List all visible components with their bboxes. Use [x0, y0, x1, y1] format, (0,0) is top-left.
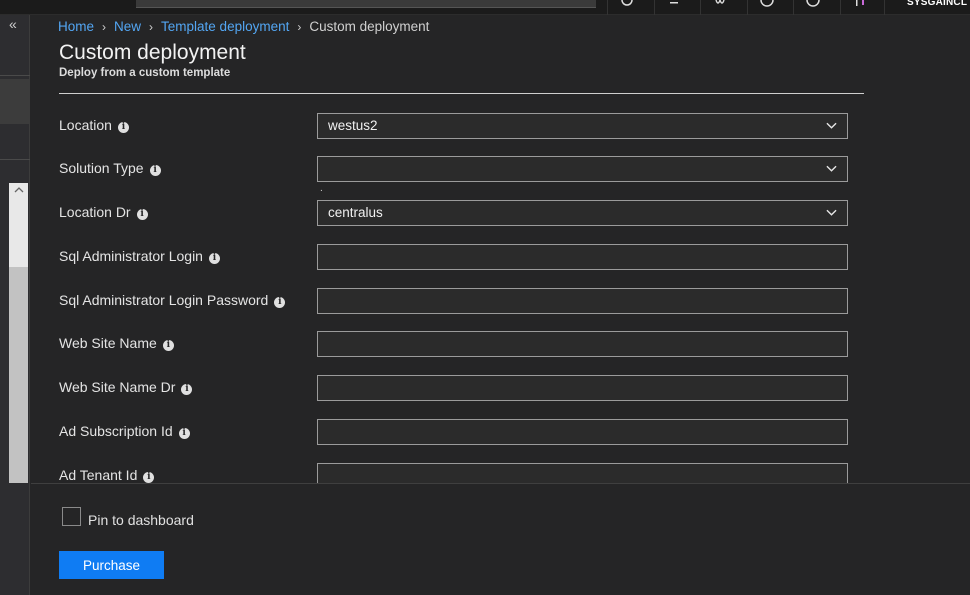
info-icon[interactable]: i	[136, 209, 148, 220]
sql-admin-password-label: Sql Administrator Login Password	[59, 292, 269, 308]
info-icon[interactable]: i	[178, 428, 190, 439]
location-dr-select[interactable]: centralus	[317, 200, 848, 226]
ad-tenant-id-label: Ad Tenant Id	[59, 467, 138, 483]
account-menu[interactable]: SYSGAINCL	[884, 0, 970, 15]
info-icon[interactable]: i	[208, 253, 220, 264]
info-icon[interactable]: i	[162, 340, 174, 351]
form-row-ad-tenant-id: Ad Tenant Id i	[31, 463, 970, 483]
page-subtitle: Deploy from a custom template	[59, 67, 231, 79]
chevron-down-icon	[826, 122, 837, 129]
scroll-up-icon[interactable]	[9, 183, 28, 201]
info-icon[interactable]: i	[117, 122, 129, 133]
field-label: Location i	[59, 117, 129, 133]
sql-admin-login-label: Sql Administrator Login	[59, 248, 203, 264]
field-label: Location Dr i	[59, 204, 148, 220]
footer-divider	[31, 483, 970, 484]
info-icon[interactable]: i	[143, 472, 155, 483]
validation-note: .	[320, 183, 323, 194]
field-label: Sql Administrator Login Password i	[59, 292, 286, 308]
form-row-solution-type: Solution Type i .	[31, 156, 970, 194]
person-icon[interactable]	[840, 0, 878, 15]
scrollbar[interactable]	[9, 183, 28, 483]
solution-type-select[interactable]	[317, 156, 848, 182]
form-row-location: Location i westus2	[31, 113, 970, 139]
pin-to-dashboard-checkbox[interactable]	[62, 507, 81, 526]
field-label: Ad Subscription Id i	[59, 423, 190, 439]
left-nav: «	[0, 15, 30, 595]
chevron-down-icon	[826, 165, 837, 172]
search-input[interactable]	[136, 0, 596, 8]
web-site-name-label: Web Site Name	[59, 335, 157, 351]
breadcrumb-home[interactable]: Home	[58, 19, 94, 34]
feedback-icon[interactable]	[607, 0, 645, 15]
breadcrumb-current: Custom deployment	[309, 19, 430, 34]
field-label: Web Site Name Dr i	[59, 379, 193, 395]
form-row-location-dr: Location Dr i centralus	[31, 200, 970, 226]
location-dr-value: centralus	[328, 205, 383, 220]
location-select[interactable]: westus2	[317, 113, 848, 139]
form-row-sql-admin-login: Sql Administrator Login i	[31, 244, 970, 270]
top-bar: SYSGAINCL	[0, 0, 970, 15]
deployment-form: Location i westus2 Solution Type i . Locat…	[31, 95, 970, 483]
form-row-web-site-name: Web Site Name i	[31, 331, 970, 357]
chevron-right-icon: ›	[149, 20, 154, 34]
page-title: Custom deployment	[59, 41, 246, 64]
smiley-icon[interactable]	[747, 0, 785, 15]
location-label: Location	[59, 117, 112, 133]
form-row-web-site-name-dr: Web Site Name Dr i	[31, 375, 970, 401]
breadcrumb: Home › New › Template deployment › Custom depl…	[58, 19, 429, 34]
notifications-icon[interactable]	[654, 0, 692, 15]
form-row-sql-admin-password: Sql Administrator Login Password i	[31, 288, 970, 314]
breadcrumb-new[interactable]: New	[114, 19, 141, 34]
field-label: Sql Administrator Login i	[59, 248, 220, 264]
location-value: westus2	[328, 118, 378, 133]
account-name: SYSGAINCL	[907, 0, 968, 8]
field-label: Web Site Name i	[59, 335, 174, 351]
web-site-name-input[interactable]	[317, 331, 848, 357]
breadcrumb-template-deployment[interactable]: Template deployment	[161, 19, 289, 34]
web-site-name-dr-label: Web Site Name Dr	[59, 379, 176, 395]
info-icon[interactable]: i	[181, 384, 193, 395]
nav-item-selected[interactable]	[0, 79, 30, 124]
chevron-down-icon	[826, 209, 837, 216]
ad-subscription-id-input[interactable]	[317, 419, 848, 445]
ad-tenant-id-input[interactable]	[317, 463, 848, 483]
scrollbar-thumb[interactable]	[9, 267, 28, 483]
collapse-icon[interactable]: «	[9, 16, 17, 32]
form-row-ad-subscription-id: Ad Subscription Id i	[31, 419, 970, 445]
title-divider	[59, 93, 864, 94]
field-label: Solution Type i	[59, 160, 161, 176]
help-icon[interactable]	[793, 0, 831, 15]
nav-divider	[0, 159, 30, 160]
nav-divider	[0, 75, 30, 76]
sql-admin-login-input[interactable]	[317, 244, 848, 270]
sql-admin-password-input[interactable]	[317, 288, 848, 314]
settings-icon[interactable]	[700, 0, 738, 15]
pin-to-dashboard-label[interactable]: Pin to dashboard	[88, 512, 194, 528]
info-icon[interactable]: i	[274, 297, 286, 308]
ad-subscription-id-label: Ad Subscription Id	[59, 423, 173, 439]
web-site-name-dr-input[interactable]	[317, 375, 848, 401]
location-dr-label: Location Dr	[59, 204, 131, 220]
solution-type-label: Solution Type	[59, 160, 144, 176]
field-label: Ad Tenant Id i	[59, 467, 155, 483]
purchase-button[interactable]: Purchase	[59, 551, 164, 579]
chevron-right-icon: ›	[102, 20, 107, 34]
info-icon[interactable]: i	[149, 165, 161, 176]
chevron-right-icon: ›	[297, 20, 302, 34]
